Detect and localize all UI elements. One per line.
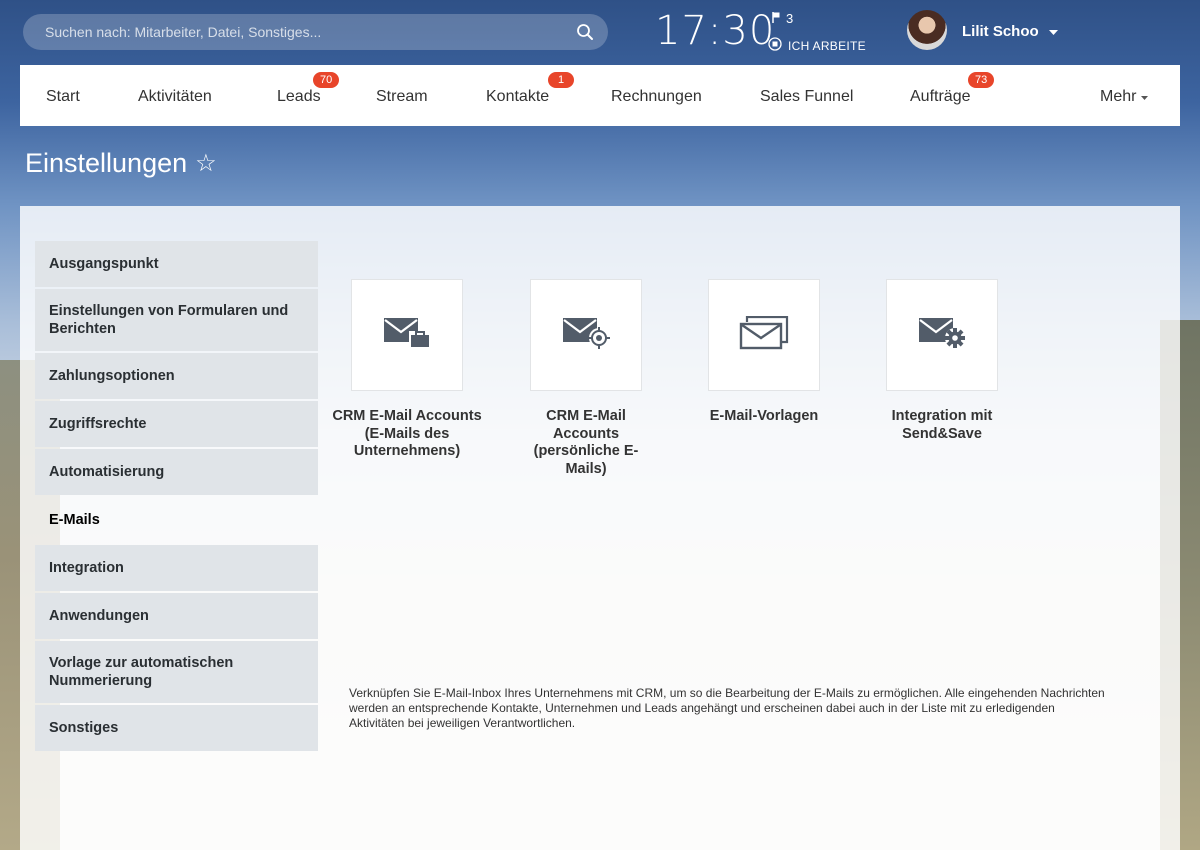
flag-count: 3: [786, 11, 794, 26]
avatar[interactable]: [907, 10, 947, 50]
mail-target-icon: [562, 317, 610, 354]
nav-item-start[interactable]: Start: [46, 88, 80, 106]
flag-counter[interactable]: 3: [772, 11, 793, 26]
search-bar[interactable]: [23, 14, 608, 50]
top-navigation: Start Aktivitäten Leads 70 Stream Kontak…: [20, 65, 1180, 126]
nav-item-stream[interactable]: Stream: [376, 88, 428, 106]
page-title: Einstellungen ☆: [25, 148, 217, 179]
search-icon[interactable]: [576, 23, 594, 41]
auftraege-badge: 73: [968, 72, 995, 88]
tile-label-crm-email-company[interactable]: CRM E-Mail Accounts (E-Mails des Unterne…: [332, 408, 482, 461]
settings-sidebar: Ausgangspunkt Einstellungen von Formular…: [35, 241, 318, 753]
sidebar-item-sonstiges[interactable]: Sonstiges: [35, 705, 318, 751]
chevron-down-icon: [1048, 23, 1058, 40]
mail-templates-icon: [739, 315, 789, 355]
work-status-button[interactable]: ICH ARBEITE: [768, 37, 866, 54]
tile-label-send-and-save[interactable]: Integration mit Send&Save: [867, 408, 1017, 443]
tile-send-and-save[interactable]: [886, 279, 998, 391]
kontakte-badge: 1: [548, 72, 574, 88]
nav-item-rechnungen[interactable]: Rechnungen: [611, 88, 702, 106]
clock-time[interactable]: 17:30: [655, 8, 775, 54]
stop-circle-icon: [768, 37, 782, 54]
tile-crm-email-personal[interactable]: [530, 279, 642, 391]
section-description: Verknüpfen Sie E-Mail-Inbox Ihres Untern…: [349, 686, 1105, 730]
user-menu[interactable]: Lilit Schoo: [962, 23, 1058, 40]
mail-briefcase-icon: [383, 317, 431, 354]
sidebar-item-integration[interactable]: Integration: [35, 545, 318, 591]
sidebar-item-ausgangspunkt[interactable]: Ausgangspunkt: [35, 241, 318, 287]
flag-icon: [772, 11, 780, 26]
sidebar-item-formulare-berichte[interactable]: Einstellungen von Formularen und Bericht…: [35, 289, 318, 351]
tile-crm-email-company[interactable]: [351, 279, 463, 391]
sidebar-item-nummerierung[interactable]: Vorlage zur automatischen Nummerierung: [35, 641, 318, 703]
tile-label-email-templates[interactable]: E-Mail-Vorlagen: [689, 408, 839, 426]
settings-panel: Ausgangspunkt Einstellungen von Formular…: [20, 206, 1180, 850]
chevron-down-icon: [1141, 88, 1149, 106]
nav-item-kontakte[interactable]: Kontakte 1: [486, 72, 574, 106]
tile-email-templates[interactable]: [708, 279, 820, 391]
mail-gear-icon: [918, 317, 966, 354]
work-status-label: ICH ARBEITE: [788, 38, 866, 53]
user-name: Lilit Schoo: [962, 23, 1039, 40]
nav-item-sales-funnel[interactable]: Sales Funnel: [760, 88, 853, 106]
leads-badge: 70: [313, 72, 340, 88]
sidebar-item-automatisierung[interactable]: Automatisierung: [35, 449, 318, 495]
nav-item-leads[interactable]: Leads 70: [277, 72, 340, 106]
sidebar-item-emails[interactable]: E-Mails: [35, 497, 318, 543]
sidebar-item-anwendungen[interactable]: Anwendungen: [35, 593, 318, 639]
page-title-text: Einstellungen: [25, 148, 188, 178]
sidebar-item-zahlungsoptionen[interactable]: Zahlungsoptionen: [35, 353, 318, 399]
nav-item-mehr[interactable]: Mehr: [1100, 88, 1149, 106]
sidebar-item-zugriffsrechte[interactable]: Zugriffsrechte: [35, 401, 318, 447]
tile-label-crm-email-personal[interactable]: CRM E-Mail Accounts (persönliche E-Mails…: [530, 408, 642, 478]
nav-item-auftraege[interactable]: Aufträge 73: [910, 72, 995, 106]
search-input[interactable]: [43, 23, 576, 41]
favorite-star-icon[interactable]: ☆: [195, 149, 217, 178]
nav-item-aktivitaeten[interactable]: Aktivitäten: [138, 88, 212, 106]
